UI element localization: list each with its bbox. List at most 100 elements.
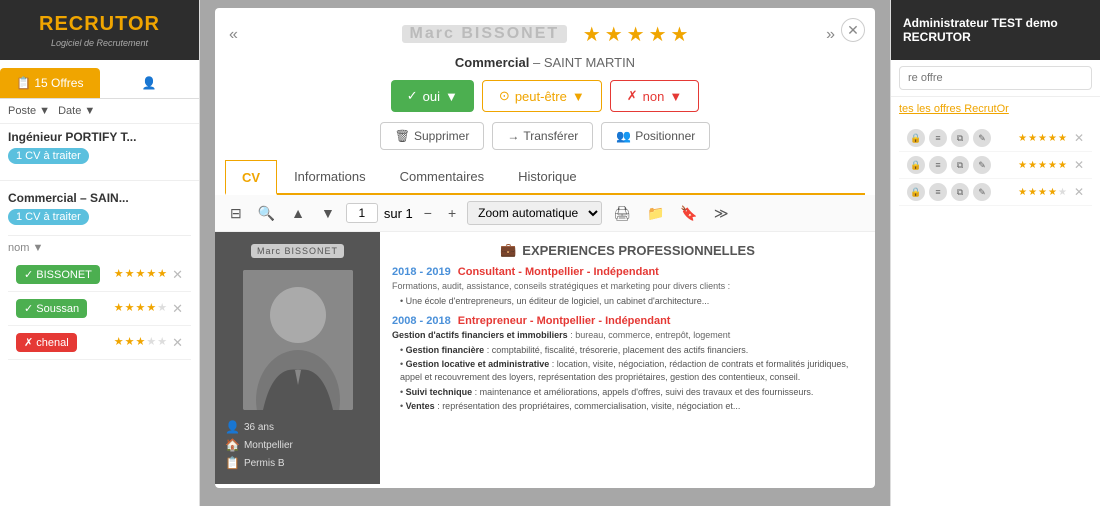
copy-icon: ⧉ bbox=[951, 156, 969, 174]
badge-cv-2[interactable]: 1 CV à traiter bbox=[8, 209, 89, 225]
cv-exp-2-bullet-1: • Gestion financière : comptabilité, fis… bbox=[400, 344, 863, 357]
remove-chenal[interactable]: ✕ bbox=[172, 335, 183, 351]
position-icon: 👥 bbox=[616, 129, 631, 143]
zoom-out-button[interactable]: − bbox=[419, 202, 437, 224]
remove-offer-3[interactable]: ✕ bbox=[1074, 185, 1084, 199]
list-item: ✓ Soussan ★★★★★ ✕ bbox=[8, 292, 191, 326]
download-button[interactable]: 📁 bbox=[642, 202, 669, 225]
tab-offers[interactable]: 📋 15 Offres bbox=[0, 68, 100, 98]
candidate-chenal[interactable]: ✗ chenal bbox=[16, 333, 77, 352]
logo-text: RECRUTOR bbox=[39, 13, 160, 36]
admin-name: Administrateur TEST demo RECRUTOR bbox=[903, 16, 1088, 44]
zoom-in-tool[interactable]: 🔍 bbox=[253, 202, 280, 225]
action-row: ✓ oui ▼ ⊙ peut-être ▼ ✗ non ▼ bbox=[215, 80, 875, 112]
list-icon: ≡ bbox=[929, 129, 947, 147]
divider-2 bbox=[8, 235, 191, 236]
lock-icon: 🔒 bbox=[907, 156, 925, 174]
logo-subtitle: Logiciel de Recrutement bbox=[39, 38, 160, 48]
all-offers-link[interactable]: tes les offres RecrutOr bbox=[891, 97, 1100, 121]
logo-area: RECRUTOR Logiciel de Recrutement bbox=[0, 0, 199, 60]
lock-icon: 🔒 bbox=[907, 183, 925, 201]
tab-cv[interactable]: CV bbox=[225, 160, 277, 195]
cv-content: Marc BISSONET 👤 bbox=[215, 232, 875, 484]
positionner-button[interactable]: 👥 Positionner bbox=[601, 122, 710, 150]
offer-stars-2: ★★★★★ bbox=[1018, 160, 1067, 171]
prev-page-button[interactable]: ▲ bbox=[286, 202, 310, 224]
edit-icon[interactable]: ✎ bbox=[973, 129, 991, 147]
briefcase-icon: 💼 bbox=[500, 242, 516, 258]
remove-offer-2[interactable]: ✕ bbox=[1074, 158, 1084, 172]
zoom-select[interactable]: Zoom automatique 50% 75% 100% 125% 150% bbox=[467, 201, 602, 225]
right-search-area bbox=[891, 60, 1100, 97]
edit-icon[interactable]: ✎ bbox=[973, 156, 991, 174]
candidate-bissonet[interactable]: ✓ BISSONET bbox=[16, 265, 100, 284]
remove-offer-1[interactable]: ✕ bbox=[1074, 131, 1084, 145]
toggle-sidebar-button[interactable]: ⊟ bbox=[225, 202, 247, 225]
list-icon: ≡ bbox=[929, 156, 947, 174]
modal-prev-button[interactable]: « bbox=[229, 26, 238, 44]
remove-bissonet[interactable]: ✕ bbox=[172, 267, 183, 283]
cv-exp-2-main: Gestion d'actifs financiers et immobilie… bbox=[392, 329, 863, 342]
cv-exp-2: 2008 - 2018 Entrepreneur - Montpellier -… bbox=[392, 315, 863, 413]
cv-photo bbox=[243, 270, 353, 410]
filter-date[interactable]: Date ▼ bbox=[58, 105, 95, 117]
cv-toolbar: ⊟ 🔍 ▲ ▼ sur 1 − + Zoom automatique 50% 7… bbox=[215, 195, 875, 232]
transferer-button[interactable]: → Transférer bbox=[492, 122, 593, 150]
offer-row: 🔒 ≡ ⧉ ✎ ★★★★★ ✕ bbox=[899, 125, 1092, 152]
sidebar-filters: Poste ▼ Date ▼ bbox=[0, 99, 199, 124]
tab-informations[interactable]: Informations bbox=[277, 160, 383, 193]
cv-exp-2-year: 2008 - 2018 Entrepreneur - Montpellier -… bbox=[392, 315, 863, 327]
list-item: ✗ chenal ★★★★★ ✕ bbox=[8, 326, 191, 360]
cv-exp-1-year: 2018 - 2019 Consultant - Montpellier - I… bbox=[392, 266, 863, 278]
cv-age: 👤 36 ans bbox=[225, 420, 370, 434]
cv-exp-2-bullet-4: • Ventes : représentation des propriétai… bbox=[400, 400, 863, 413]
modal-close-button[interactable]: ✕ bbox=[841, 18, 865, 42]
candidate-soussan[interactable]: ✓ Soussan bbox=[16, 299, 87, 318]
offer-stars-3: ★★★★★ bbox=[1018, 187, 1067, 198]
candidate-name-display: Marc BISSONET bbox=[402, 25, 568, 43]
zoom-in-button[interactable]: + bbox=[443, 202, 461, 224]
section2-title: Commercial – SAIN... bbox=[8, 191, 191, 205]
right-offers-list: 🔒 ≡ ⧉ ✎ ★★★★★ ✕ 🔒 ≡ ⧉ ✎ ★★★★★ ✕ 🔒 ≡ ⧉ ✎ bbox=[891, 121, 1100, 210]
bookmark-button[interactable]: 🔖 bbox=[675, 202, 702, 225]
modal-next-button[interactable]: » bbox=[826, 26, 835, 44]
offer-stars-1: ★★★★★ bbox=[1018, 133, 1067, 144]
modal-header: « Marc BISSONET ★ ★ ★ ★ ★ » bbox=[215, 8, 875, 55]
cv-right-panel: 💼 EXPERIENCES PROFESSIONNELLES 2018 - 20… bbox=[380, 232, 875, 484]
badge-cv-1[interactable]: 1 CV à traiter bbox=[8, 148, 89, 164]
list-item: ✓ BISSONET ★★★★★ ✕ bbox=[8, 258, 191, 292]
more-tools-button[interactable]: ≫ bbox=[709, 202, 734, 225]
search-offer-input[interactable] bbox=[899, 66, 1092, 90]
offer-row: 🔒 ≡ ⧉ ✎ ★★★★★ ✕ bbox=[899, 152, 1092, 179]
divider-1 bbox=[0, 180, 199, 181]
cv-left-panel: Marc BISSONET 👤 bbox=[215, 232, 380, 484]
tab-historique[interactable]: Historique bbox=[501, 160, 594, 193]
copy-icon: ⧉ bbox=[951, 183, 969, 201]
tab-candidates[interactable]: 👤 bbox=[100, 68, 200, 98]
cv-exp-2-bullet-3: • Suivi technique : maintenance et améli… bbox=[400, 386, 863, 399]
cv-exp-1-bullet: • Une école d'entrepreneurs, un éditeur … bbox=[400, 295, 863, 308]
list-icon: ≡ bbox=[929, 183, 947, 201]
remove-soussan[interactable]: ✕ bbox=[172, 301, 183, 317]
filter-poste[interactable]: Poste ▼ bbox=[8, 105, 50, 117]
supprimer-button[interactable]: 🗑 Supprimer bbox=[380, 122, 485, 150]
candidate-modal: ✕ « Marc BISSONET ★ ★ ★ ★ ★ » Commercial… bbox=[215, 8, 875, 488]
non-button[interactable]: ✗ non ▼ bbox=[610, 80, 699, 112]
check-icon: ✓ bbox=[407, 88, 418, 104]
peut-etre-button[interactable]: ⊙ peut-être ▼ bbox=[482, 80, 602, 112]
cv-city: 🏠 Montpellier bbox=[225, 438, 370, 452]
edit-icon[interactable]: ✎ bbox=[973, 183, 991, 201]
offer-row: 🔒 ≡ ⧉ ✎ ★★★★★ ✕ bbox=[899, 179, 1092, 206]
name-filter-label[interactable]: nom ▼ bbox=[8, 242, 191, 254]
next-page-button[interactable]: ▼ bbox=[316, 202, 340, 224]
candidate-section-1: Ingénieur PORTIFY T... 1 CV à traiter bbox=[0, 124, 199, 174]
cv-exp-1-desc: Formations, audit, assistance, conseils … bbox=[392, 280, 863, 293]
cv-section-title: 💼 EXPERIENCES PROFESSIONNELLES bbox=[392, 242, 863, 258]
print-button[interactable]: 🖨 bbox=[608, 202, 636, 225]
tab-commentaires[interactable]: Commentaires bbox=[383, 160, 502, 193]
left-sidebar: RECRUTOR Logiciel de Recrutement 📋 15 Of… bbox=[0, 0, 200, 506]
cv-exp-2-bullet-2: • Gestion locative et administrative : l… bbox=[400, 358, 863, 383]
oui-button[interactable]: ✓ oui ▼ bbox=[391, 80, 474, 112]
modal-tabs: CV Informations Commentaires Historique bbox=[225, 160, 865, 195]
page-number-input[interactable] bbox=[346, 203, 378, 223]
